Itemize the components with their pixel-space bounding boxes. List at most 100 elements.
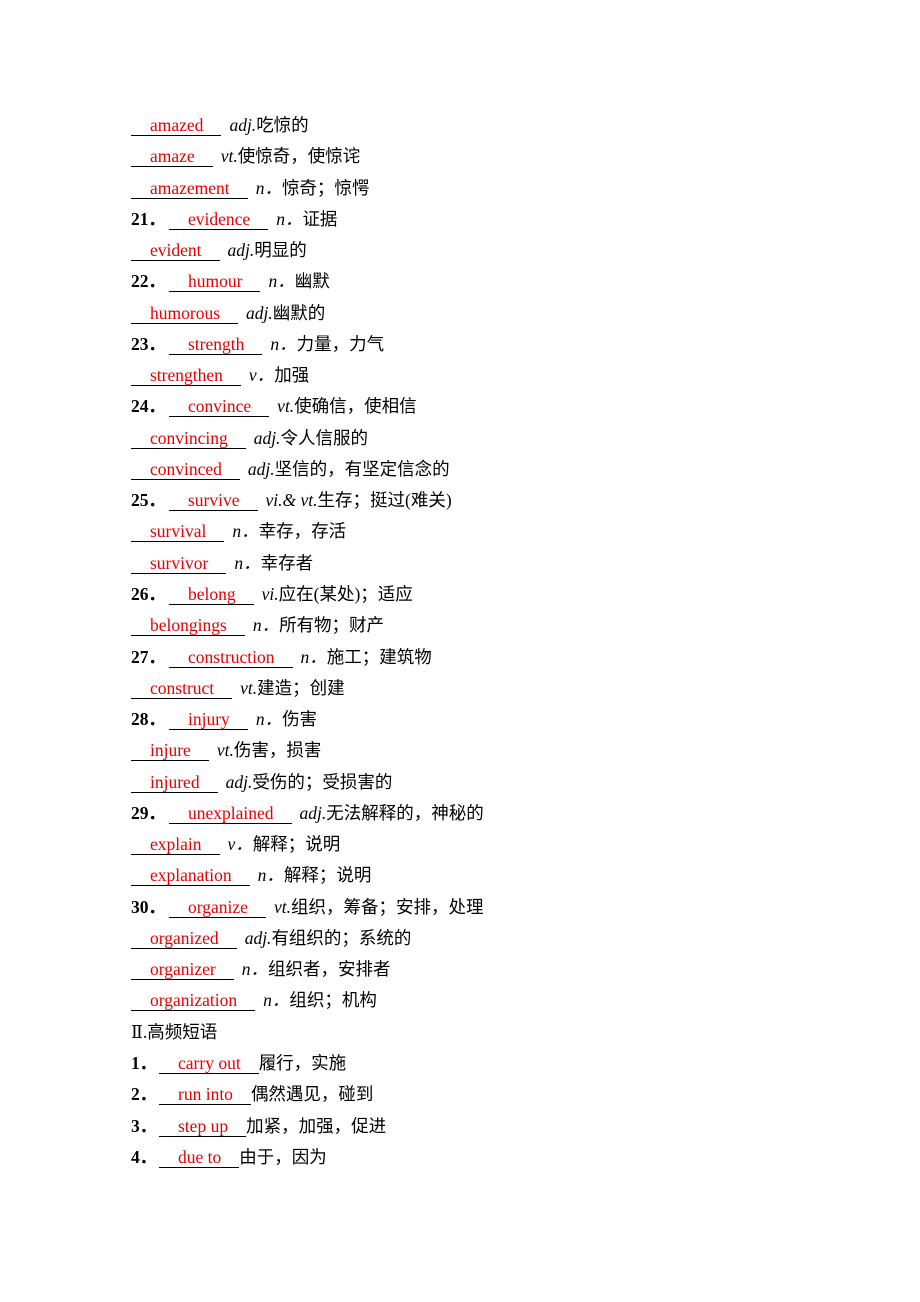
answer-blank[interactable]: construct [131,679,233,699]
definition: 履行，实施 [258,1052,347,1073]
answer-blank[interactable]: organizer [131,960,234,981]
part-of-speech: adj. [244,927,272,948]
answer-blank[interactable]: survivor [131,554,227,574]
vocab-entry: amazement n．惊奇；惊愕 [131,176,484,207]
answer-blank[interactable]: convinced [131,460,240,480]
answer-word: amazement [150,177,230,198]
part-of-speech: vt. [216,740,234,761]
vocab-entry: 30． organize vt.组织，筹备；安排，处理 [131,895,484,926]
answer-blank[interactable]: injured [131,773,218,793]
answer-blank[interactable]: belongings [131,616,245,637]
vocab-entry: 24． convince vt.使确信，使相信 [131,394,484,425]
entry-number: 27． [131,646,166,667]
answer-word: explanation [150,865,232,886]
part-of-speech: vi.& vt. [265,490,318,511]
answer-blank[interactable]: strengthen [131,365,241,387]
answer-phrase: run into [178,1084,233,1105]
entry-number: 30． [131,896,166,917]
vocab-entry: 21． evidence n．证据 [131,207,484,238]
part-of-speech: vt. [273,896,291,917]
definition: 受伤的；受损害的 [252,771,393,792]
entry-number: 29． [131,802,166,823]
part-of-speech: adj. [247,458,275,479]
answer-blank[interactable]: injury [169,709,248,731]
definition: 令人信服的 [280,427,369,448]
part-of-speech: n． [270,333,297,354]
answer-blank[interactable]: organization [131,991,256,1012]
answer-blank[interactable]: explanation [131,865,250,887]
part-of-speech: vt. [220,146,238,167]
definition: 坚信的，有坚定信念的 [274,458,450,479]
answer-blank[interactable]: amaze [131,146,213,168]
vocab-entry: humorous adj.幽默的 [131,301,484,332]
part-of-speech: vi. [261,583,279,604]
part-of-speech: adj. [227,240,255,261]
vocab-entry: evident adj.明显的 [131,238,484,269]
answer-word: injury [188,709,230,730]
part-of-speech: v． [227,834,253,855]
answer-word: explain [150,834,202,855]
vocab-entry: 28． injury n．伤害 [131,707,484,738]
phrase-number: 4． [131,1146,158,1167]
answer-blank[interactable]: humorous [131,304,238,324]
answer-word: evident [150,240,202,261]
part-of-speech: vt. [277,396,295,417]
answer-word: evidence [188,208,251,229]
answer-blank[interactable]: humour [169,272,261,293]
definition: 施工；建筑物 [326,646,432,667]
answer-blank[interactable]: survive [169,490,258,512]
answer-blank[interactable]: organize [169,898,266,918]
vocab-entry: organizer n．组织者，安排者 [131,957,484,988]
answer-blank[interactable]: injure [131,741,209,762]
answer-word: belong [188,583,236,604]
answer-blank[interactable]: survival [131,521,225,543]
answer-blank[interactable]: evidence [169,208,269,230]
answer-blank[interactable]: run into [159,1084,251,1106]
answer-word: humorous [150,302,220,323]
vocab-entry: strengthen v．加强 [131,363,484,394]
definition: 吃惊的 [256,115,309,135]
answer-word: unexplained [188,802,274,823]
definition: 证据 [302,208,338,229]
answer-word: strengthen [150,365,223,386]
entry-number: 24． [131,396,166,417]
answer-word: amazed [150,115,204,135]
definition: 伤害，损害 [233,740,322,761]
definition: 使惊奇，使惊诧 [237,146,361,167]
answer-word: amaze [150,146,195,167]
answer-blank[interactable]: organized [131,929,237,949]
answer-blank[interactable]: amazement [131,179,248,199]
answer-blank[interactable]: evident [131,240,220,262]
vocab-entry: survivor n．幸存者 [131,551,484,582]
answer-phrase: due to [178,1146,222,1167]
definition: 无法解释的，神秘的 [326,802,484,823]
definition: 生存；挺过(难关) [317,490,452,511]
definition: 惊奇；惊愕 [281,177,370,198]
answer-blank[interactable]: construction [169,648,293,668]
answer-blank[interactable]: step up [159,1117,247,1137]
definition: 建造；创建 [257,677,345,698]
answer-word: survival [150,521,207,542]
answer-phrase: carry out [178,1052,241,1073]
part-of-speech: n． [263,990,290,1011]
vocab-entry: 29． unexplained adj.无法解释的，神秘的 [131,801,484,832]
answer-blank[interactable]: convince [169,397,270,418]
answer-word: survive [188,490,240,511]
part-of-speech: n． [268,271,295,292]
part-of-speech: n． [300,646,327,667]
answer-blank[interactable]: convincing [131,429,246,449]
part-of-speech: v． [248,365,275,386]
answer-blank[interactable]: carry out [159,1054,259,1074]
definition: 解释；说明 [283,865,372,886]
part-of-speech: adj. [229,115,257,135]
definition: 幽默的 [272,302,326,323]
answer-blank[interactable]: belong [169,585,254,605]
phrase-list: 1． carry out 履行，实施 2． run into 偶然遇见，碰到 3． step … [131,1051,484,1176]
section-heading: Ⅱ.高频短语 [131,1021,218,1042]
answer-blank[interactable]: due to [159,1146,240,1168]
answer-blank[interactable]: unexplained [169,804,292,824]
answer-blank[interactable]: amazed [131,115,222,136]
answer-blank[interactable]: explain [131,834,220,856]
answer-blank[interactable]: strength [169,335,263,355]
definition: 使确信，使相信 [294,396,417,417]
